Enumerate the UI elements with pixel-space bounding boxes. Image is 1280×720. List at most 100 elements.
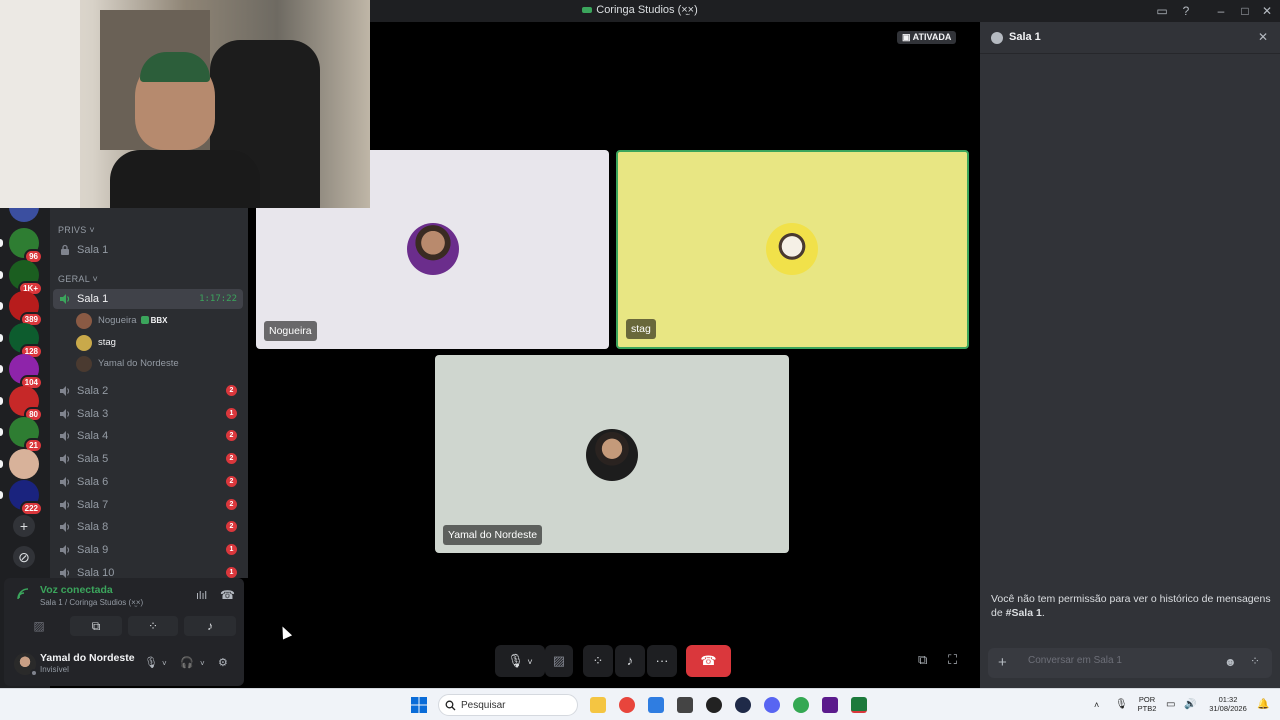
app-icon[interactable] — [706, 697, 722, 713]
voice-location[interactable]: Sala 1 / Coringa Studios (×̫×) — [40, 598, 143, 607]
no-permission-channel: #Sala 1 — [1005, 607, 1042, 619]
channel-label: Sala 9 — [77, 543, 109, 556]
close-icon[interactable]: ✕ — [1258, 30, 1268, 44]
voice-user[interactable]: stag — [76, 333, 236, 353]
activities-button[interactable]: ⁘ — [583, 645, 613, 677]
lang-top: POR — [1138, 695, 1156, 704]
discover-icon[interactable]: ⊘ — [13, 546, 35, 568]
headphones-icon[interactable]: 🎧 — [180, 656, 194, 669]
apps-icon[interactable]: ⁘ — [1250, 654, 1260, 668]
voice-channel[interactable]: Sala 8 2 — [53, 517, 243, 537]
participant-tile-stag[interactable]: stag — [616, 150, 969, 349]
discord-icon[interactable] — [764, 697, 780, 713]
emoji-icon[interactable]: ☻ — [1224, 655, 1237, 669]
participant-avatar — [766, 223, 818, 275]
app-icon[interactable] — [851, 697, 867, 713]
activities-button[interactable]: ⁘ — [128, 616, 178, 636]
chat-bubble-icon — [991, 32, 1003, 44]
inbox-icon[interactable]: ▭ — [1153, 2, 1171, 20]
voice-channel[interactable]: Sala 9 1 — [53, 540, 243, 560]
chrome-icon[interactable] — [619, 697, 635, 713]
unread-pill — [0, 270, 3, 279]
voice-connected-panel: Voz conectada Sala 1 / Coringa Studios (… — [4, 578, 244, 640]
chat-input[interactable] — [1028, 655, 1208, 666]
minimize-button[interactable]: – — [1212, 2, 1230, 20]
network-icon[interactable]: ▭ — [1166, 699, 1175, 710]
app-icon[interactable] — [735, 697, 751, 713]
notification-bell-icon[interactable]: 🔔 — [1257, 699, 1269, 710]
voice-channel[interactable]: Sala 2 2 — [53, 381, 243, 401]
server-icon[interactable]: 1K+ — [9, 259, 43, 296]
maximize-button[interactable]: □ — [1236, 2, 1254, 20]
microphone-icon[interactable]: 🎙 — [144, 656, 158, 669]
more-options-button[interactable]: ··· — [647, 645, 677, 677]
server-icon[interactable]: 104 — [9, 354, 43, 390]
tag-icon — [140, 316, 149, 324]
server-icon[interactable]: 21 — [9, 417, 43, 453]
camera-off-button[interactable]: ▨ — [545, 645, 573, 677]
popout-icon[interactable]: ⧉ — [918, 652, 927, 668]
server-icon[interactable]: 80 — [9, 385, 43, 422]
channel-active-sala-1[interactable]: Sala 1 1:17:22 — [53, 289, 243, 309]
voice-user[interactable]: Nogueira BBX — [76, 311, 236, 331]
fullscreen-icon[interactable]: ⛶ — [948, 652, 957, 668]
voice-user-name-text: stag — [98, 336, 116, 348]
voice-status[interactable]: Voz conectada — [40, 584, 113, 596]
channel-label: Sala 2 — [77, 385, 109, 397]
soundboard-button[interactable]: ♪ — [184, 616, 236, 636]
windows-start-icon[interactable] — [411, 697, 427, 713]
soundboard-button[interactable]: ♪ — [615, 645, 645, 677]
server-icon[interactable]: 222 — [9, 480, 43, 516]
microphone-button[interactable]: 🎙 ˅ — [495, 645, 545, 677]
channel-label: Sala 7 — [77, 498, 109, 511]
category-geral[interactable]: GERAL ˅ — [58, 274, 98, 284]
chrome-icon[interactable] — [793, 697, 809, 713]
voice-channel[interactable]: Sala 10 1 — [53, 563, 243, 578]
language-indicator[interactable]: POR PTB2 — [1136, 695, 1158, 713]
channel-priv-sala-1[interactable]: Sala 1 — [53, 240, 243, 260]
add-attachment-icon[interactable]: + — [998, 654, 1007, 671]
server-icon[interactable]: 389 — [9, 291, 43, 327]
gear-icon[interactable]: ⚙ — [218, 656, 228, 669]
unread-pill — [0, 302, 3, 310]
disconnect-icon[interactable]: ☎ — [220, 588, 235, 602]
help-icon[interactable]: ? — [1177, 2, 1195, 20]
voice-user[interactable]: Yamal do Nordeste — [76, 354, 236, 374]
speaker-icon — [60, 544, 70, 555]
volume-icon[interactable]: 🔊 — [1184, 699, 1196, 710]
channel-label: Sala 1 — [77, 244, 109, 256]
chevron-down-icon[interactable]: ˅ — [162, 659, 167, 668]
camera-off-button[interactable]: ▨ — [14, 616, 64, 636]
close-window-button[interactable]: ✕ — [1258, 2, 1276, 20]
tray-chevron-icon[interactable]: ˄ — [1094, 700, 1099, 710]
app-icon[interactable] — [822, 697, 838, 713]
screen-share-button[interactable]: ⧉ — [70, 616, 122, 636]
chevron-down-icon[interactable]: ˅ — [200, 659, 205, 668]
noise-suppression-icon[interactable]: ılıl — [196, 590, 207, 602]
leave-call-button[interactable]: ☎ — [686, 645, 731, 677]
participant-name: Nogueira — [264, 321, 317, 341]
taskbar-search[interactable]: Pesquisar — [438, 694, 578, 716]
voice-channel[interactable]: Sala 3 1 — [53, 404, 243, 424]
voice-user-name: Yamal do Nordeste — [98, 358, 179, 369]
server-icon[interactable] — [9, 448, 39, 479]
category-privs[interactable]: PRIVs ˅ — [58, 225, 95, 235]
participant-tile-yamal[interactable]: Yamal do Nordeste — [435, 355, 789, 553]
unread-pill — [0, 491, 3, 499]
voice-channel[interactable]: Sala 5 2 — [53, 449, 243, 469]
server-icon[interactable]: 128 — [9, 322, 43, 359]
voice-channel[interactable]: Sala 7 2 — [53, 495, 243, 515]
signal-icon[interactable] — [16, 587, 30, 601]
participant-avatar — [407, 223, 459, 275]
app-icon[interactable] — [648, 697, 664, 713]
microphone-icon[interactable]: 🎙 — [1115, 699, 1128, 710]
clock[interactable]: 01:32 31/08/2026 — [1204, 695, 1252, 713]
participant-name: stag — [626, 319, 656, 339]
app-icon[interactable] — [677, 697, 693, 713]
user-name[interactable]: Yamal do Nordeste — [40, 652, 135, 664]
add-server-icon[interactable]: + — [13, 515, 35, 537]
server-icon[interactable]: 96 — [9, 228, 43, 264]
voice-channel[interactable]: Sala 6 2 — [53, 472, 243, 492]
voice-channel[interactable]: Sala 4 2 — [53, 426, 243, 446]
file-explorer-icon[interactable] — [590, 697, 606, 713]
